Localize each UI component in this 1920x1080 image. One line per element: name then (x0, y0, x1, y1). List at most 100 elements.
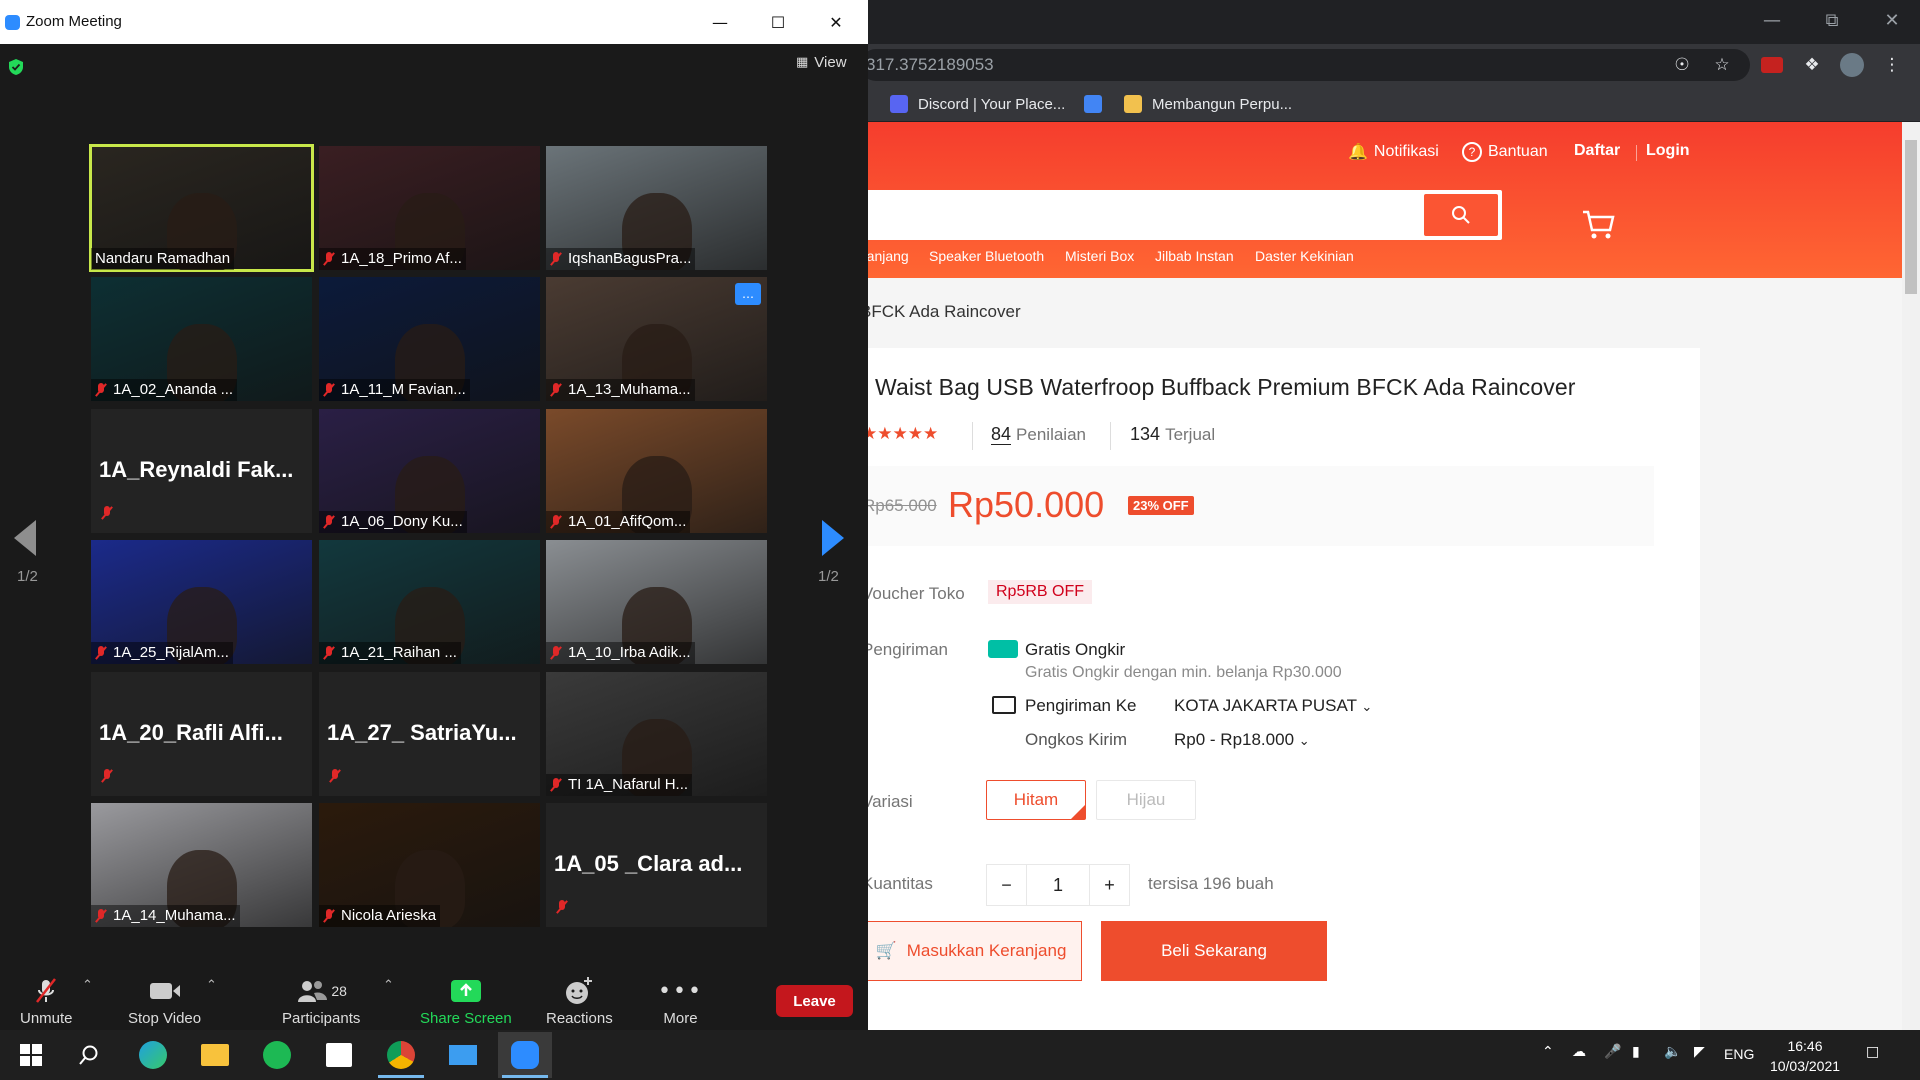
participant-tile[interactable]: 1A_18_Primo Af... (319, 146, 540, 270)
register-link[interactable]: Daftar (1574, 142, 1620, 160)
chrome-taskbar-icon[interactable] (374, 1032, 428, 1078)
store-taskbar-icon[interactable] (312, 1032, 366, 1078)
search-taskbar-button[interactable] (62, 1032, 116, 1078)
battery-icon[interactable]: ▮ (1632, 1044, 1640, 1060)
ratings-stat[interactable]: 84 Penilaian (991, 424, 1086, 445)
share-screen-button[interactable]: Share Screen (420, 976, 512, 1027)
participant-tile[interactable]: 1A_13_Muhama...… (546, 277, 767, 401)
participant-tile[interactable]: Nandaru Ramadhan (89, 144, 314, 272)
spotify-taskbar-icon[interactable] (250, 1032, 304, 1078)
buy-now-button[interactable]: Beli Sekarang (1101, 921, 1327, 981)
scroll-thumb[interactable] (1905, 140, 1917, 294)
participant-tile[interactable]: TI 1A_Nafarul H... (546, 672, 767, 796)
participants-count: 28 (331, 983, 347, 999)
stop-video-button[interactable]: Stop Video (128, 976, 201, 1027)
participants-button[interactable]: 28 Participants (282, 976, 360, 1027)
start-button[interactable] (4, 1032, 58, 1078)
voucher-label: Voucher Toko (862, 584, 965, 603)
page-indicator-right: 1/2 (818, 568, 839, 585)
participant-tile[interactable]: 1A_05 _Clara ad... (546, 803, 767, 927)
audio-options-caret-icon[interactable]: ⌃ (82, 978, 93, 993)
profile-avatar[interactable] (1838, 52, 1866, 78)
keyword-link[interactable]: Jilbab Instan (1155, 248, 1234, 264)
mail-taskbar-icon[interactable] (436, 1032, 490, 1078)
variant-option-hitam[interactable]: Hitam (986, 780, 1086, 820)
muted-mic-indicator (556, 900, 568, 919)
ship-to-dropdown[interactable]: KOTA JAKARTA PUSAT ⌄ (1174, 696, 1372, 716)
participant-tile[interactable]: IqshanBagusPra... (546, 146, 767, 270)
participant-tile[interactable]: 1A_21_Raihan ... (319, 540, 540, 664)
previous-page-arrow-icon[interactable] (12, 518, 38, 558)
bookmark-discord[interactable]: Discord | Your Place... (890, 92, 1065, 116)
variant-option-hijau[interactable]: Hijau (1096, 780, 1196, 820)
participants-options-caret-icon[interactable]: ⌃ (383, 978, 394, 993)
minimize-icon[interactable]: — (1742, 0, 1802, 40)
participant-tile[interactable]: Nicola Arieska (319, 803, 540, 927)
keyword-link[interactable]: ranjang (862, 248, 909, 264)
chrome-menu-icon[interactable]: ⋮ (1878, 52, 1906, 78)
next-page-arrow-icon[interactable] (820, 518, 846, 558)
add-to-cart-label: Masukkan Keranjang (906, 941, 1067, 960)
unmute-button[interactable]: Unmute (20, 976, 73, 1027)
voucher-chip[interactable]: Rp5RB OFF (988, 580, 1093, 604)
participant-tile[interactable]: 1A_14_Muhama... (91, 803, 312, 927)
taskbar-clock[interactable]: 16:46 10/03/2021 (1760, 1036, 1850, 1076)
video-options-caret-icon[interactable]: ⌃ (206, 978, 217, 993)
notifications-icon[interactable]: □ (1866, 1044, 1879, 1060)
bell-icon: 🔔 (1348, 142, 1368, 161)
login-link[interactable]: Login (1646, 142, 1690, 160)
increment-button[interactable]: + (1089, 865, 1129, 905)
translate-icon[interactable]: ☉ (1668, 52, 1696, 78)
cart-icon[interactable] (1580, 206, 1616, 242)
language-indicator[interactable]: ENG (1724, 1046, 1754, 1062)
reactions-button[interactable]: Reactions (546, 976, 613, 1027)
participant-tile[interactable]: 1A_02_Ananda ... (91, 277, 312, 401)
extensions-puzzle-icon[interactable]: ❖ (1798, 52, 1826, 78)
truck-icon (992, 696, 1016, 714)
participant-tile[interactable]: 1A_Reynaldi Fak... (91, 409, 312, 533)
bookmark-star-icon[interactable]: ☆ (1708, 52, 1736, 78)
participant-tile[interactable]: 1A_01_AfifQom... (546, 409, 767, 533)
zoom-maximize-icon[interactable]: ☐ (758, 8, 798, 36)
notifications-link[interactable]: 🔔 Notifikasi (1348, 142, 1439, 161)
search-button[interactable] (1424, 194, 1498, 236)
muted-mic-indicator (329, 769, 341, 788)
participant-tile[interactable]: 1A_10_Irba Adik... (546, 540, 767, 664)
help-link[interactable]: ? Bantuan (1462, 142, 1548, 162)
quantity-input[interactable]: 1 (1027, 865, 1089, 905)
file-explorer-taskbar-icon[interactable] (188, 1032, 242, 1078)
volume-icon[interactable]: 🔈 (1664, 1044, 1681, 1060)
onedrive-cloud-icon[interactable]: ☁ (1572, 1044, 1586, 1060)
more-button[interactable]: ••• More (658, 976, 703, 1028)
participant-tile[interactable]: 1A_27_ SatriaYu... (319, 672, 540, 796)
zoom-minimize-icon[interactable]: — (700, 8, 740, 36)
add-to-cart-button[interactable]: 🛒 Masukkan Keranjang (860, 921, 1082, 981)
participant-tile[interactable]: 1A_06_Dony Ku... (319, 409, 540, 533)
wifi-icon[interactable]: ◤ (1694, 1044, 1705, 1060)
participant-tile[interactable]: 1A_20_Rafli Alfi... (91, 672, 312, 796)
zoom-taskbar-icon[interactable] (498, 1032, 552, 1078)
encryption-shield-icon[interactable] (8, 58, 24, 76)
show-hidden-icons-chevron[interactable]: ⌃ (1542, 1044, 1554, 1060)
microphone-icon[interactable]: 🎤 (1604, 1044, 1621, 1060)
decrement-button[interactable]: − (987, 865, 1027, 905)
keyword-link[interactable]: Daster Kekinian (1255, 248, 1354, 264)
leave-button[interactable]: Leave (776, 985, 853, 1017)
participant-tile[interactable]: 1A_11_M Favian... (319, 277, 540, 401)
view-button[interactable]: ▦ View (796, 54, 847, 71)
bookmark-translate[interactable] (1084, 92, 1112, 116)
keyword-link[interactable]: Speaker Bluetooth (929, 248, 1044, 264)
tile-options-button[interactable]: … (735, 283, 761, 305)
zoom-close-icon[interactable]: ✕ (816, 8, 856, 36)
participant-tile[interactable]: 1A_25_RijalAm... (91, 540, 312, 664)
extension-icon[interactable] (1758, 52, 1786, 78)
search-input[interactable] (840, 190, 1502, 240)
bookmark-membangun[interactable]: Membangun Perpu... (1124, 92, 1292, 116)
address-bar-url[interactable]: 317.3752189053 (866, 55, 994, 75)
close-icon[interactable]: ✕ (1862, 0, 1920, 40)
keyword-link[interactable]: Misteri Box (1065, 248, 1134, 264)
ship-cost-dropdown[interactable]: Rp0 - Rp18.000 ⌄ (1174, 730, 1310, 750)
edge-taskbar-icon[interactable] (126, 1032, 180, 1078)
restore-icon[interactable]: ⧉ (1802, 0, 1862, 40)
muted-mic-indicator (101, 769, 113, 788)
